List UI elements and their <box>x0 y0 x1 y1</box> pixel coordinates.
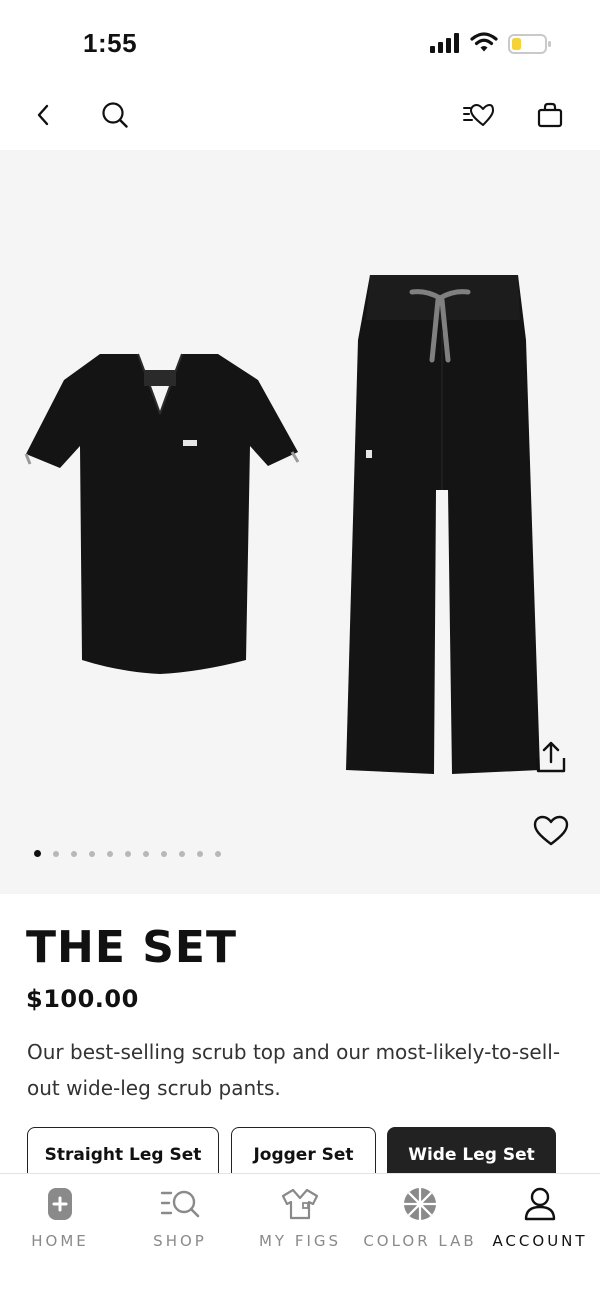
pagination-dot[interactable] <box>71 850 77 857</box>
share-icon <box>534 740 568 779</box>
pagination-dot[interactable] <box>125 850 131 857</box>
pagination-dot[interactable] <box>197 850 203 857</box>
status-time: 1:55 <box>83 28 138 58</box>
shirt-icon <box>281 1186 319 1222</box>
product-price: $100.00 <box>26 985 139 1013</box>
scrub-top-image <box>20 350 300 695</box>
color-wheel-icon <box>403 1186 437 1222</box>
nav-bar <box>0 80 600 150</box>
tab-label-my-figs: MY FIGS <box>258 1232 342 1250</box>
home-icon <box>47 1186 73 1222</box>
tab-label-home: HOME <box>31 1232 89 1250</box>
search-icon <box>101 101 129 134</box>
tab-home[interactable]: HOME <box>0 1174 120 1300</box>
chevron-left-icon <box>35 103 51 132</box>
account-icon <box>523 1186 557 1222</box>
back-button[interactable] <box>21 95 65 139</box>
tab-my-figs[interactable]: MY FIGS <box>240 1174 360 1300</box>
tab-label-shop: SHOP <box>153 1232 207 1250</box>
pagination-dot[interactable] <box>34 850 41 857</box>
pagination-dot[interactable] <box>215 850 221 857</box>
pagination-dot[interactable] <box>107 850 113 857</box>
shopping-bag-icon <box>537 102 563 133</box>
tab-shop[interactable]: SHOP <box>120 1174 240 1300</box>
gallery-pagination[interactable] <box>34 850 221 857</box>
wishlist-button[interactable] <box>456 95 500 139</box>
product-description: Our best-selling scrub top and our most-… <box>27 1040 561 1100</box>
pagination-dot[interactable] <box>143 850 149 857</box>
product-title: THE SET <box>26 922 237 973</box>
pagination-dot[interactable] <box>53 850 59 857</box>
heart-icon <box>533 815 569 852</box>
share-button[interactable] <box>530 738 572 780</box>
tab-label-color-lab: COLOR LAB <box>363 1232 477 1250</box>
tab-bar: HOME SHOP MY FIGS COLOR LAB ACCOUNT <box>0 1173 600 1300</box>
product-gallery[interactable] <box>0 150 600 894</box>
wifi-icon <box>470 31 498 58</box>
pagination-dot[interactable] <box>179 850 185 857</box>
battery-icon <box>508 33 552 60</box>
signal-icon <box>430 33 462 58</box>
status-bar: 1:55 <box>0 0 600 80</box>
shop-icon <box>160 1186 200 1222</box>
wishlist-icon <box>462 103 494 132</box>
scrub-pants-image <box>340 270 550 795</box>
tab-label-account: ACCOUNT <box>492 1232 588 1250</box>
tab-color-lab[interactable]: COLOR LAB <box>360 1174 480 1300</box>
tab-account[interactable]: ACCOUNT <box>480 1174 600 1300</box>
bag-button[interactable] <box>528 95 572 139</box>
pagination-dot[interactable] <box>161 850 167 857</box>
search-button[interactable] <box>93 95 137 139</box>
favorite-button[interactable] <box>530 812 572 854</box>
pagination-dot[interactable] <box>89 850 95 857</box>
